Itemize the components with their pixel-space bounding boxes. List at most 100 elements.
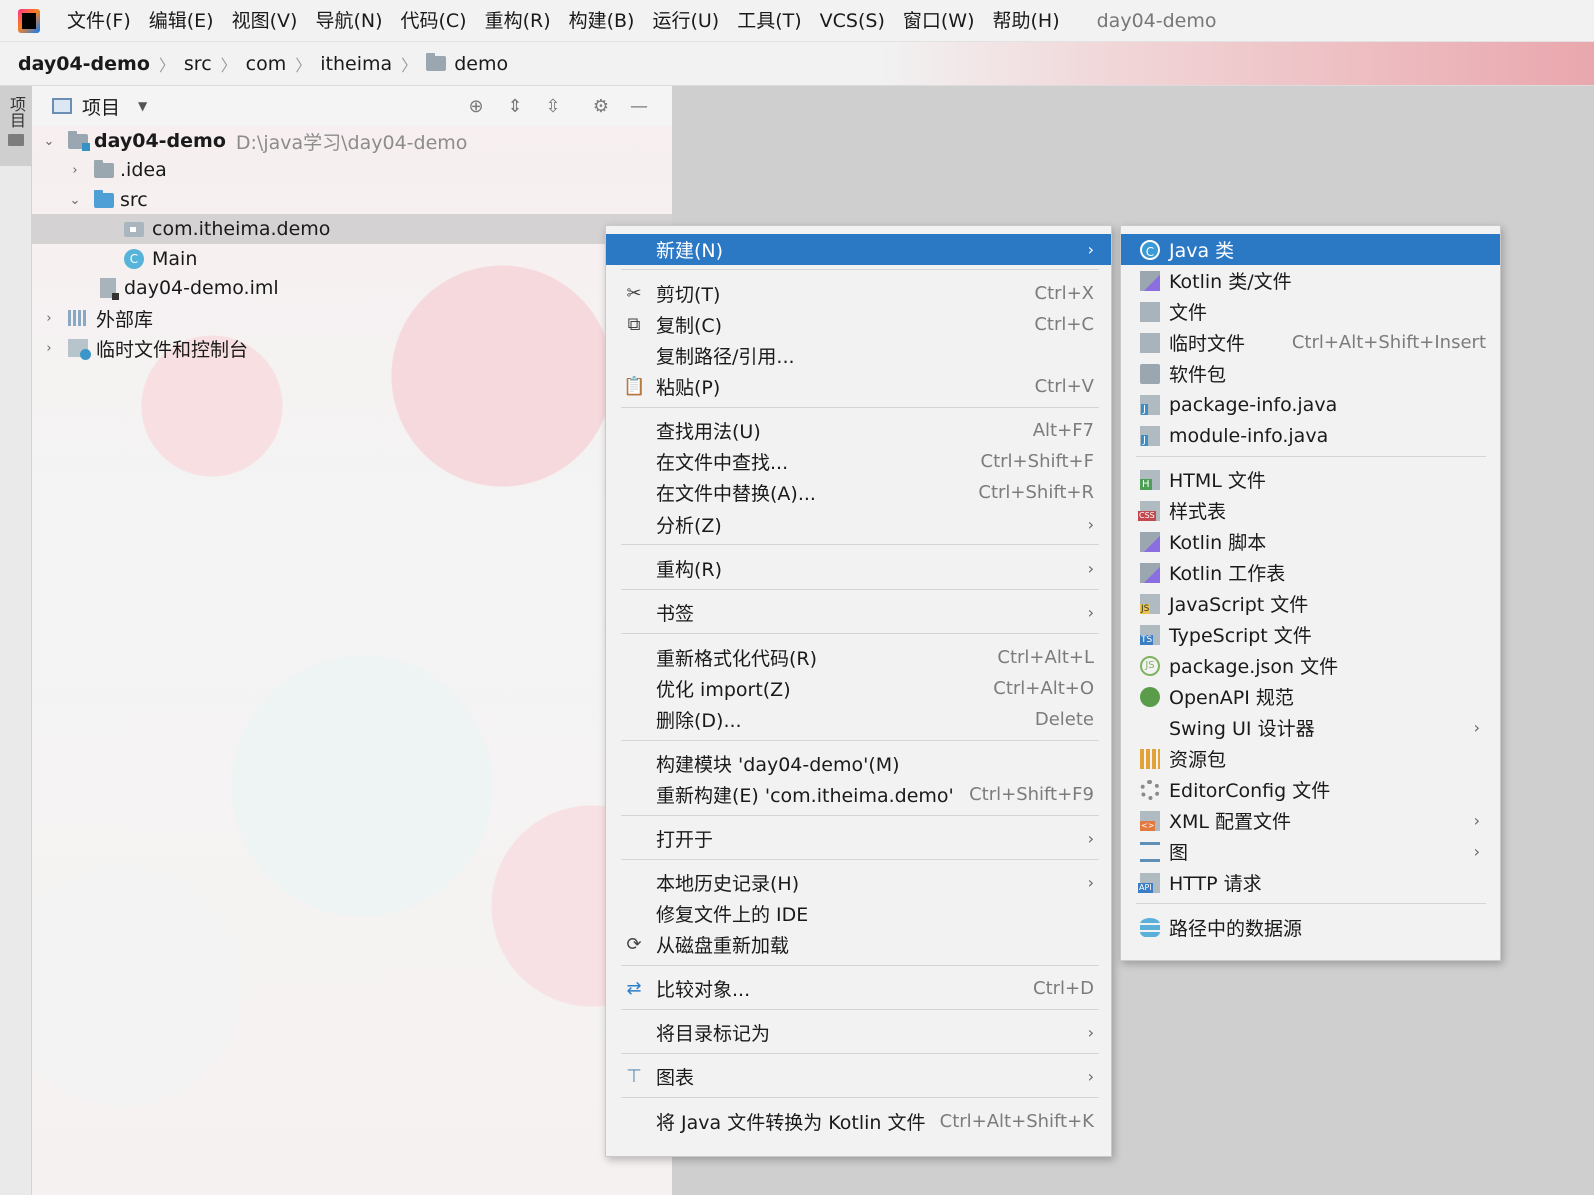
chevron-down-icon[interactable]: ▼ xyxy=(138,99,147,113)
menu-edit[interactable]: 编辑(E) xyxy=(140,0,223,42)
menu-item-build-module[interactable]: 构建模块 'day04-demo'(M) xyxy=(606,748,1111,779)
breadcrumb: day04-demo 〉 src 〉 com 〉 itheima 〉 demo xyxy=(0,42,1594,86)
menu-item-find-in-files[interactable]: 在文件中查找... Ctrl+Shift+F xyxy=(606,446,1111,477)
chevron-right-icon: › xyxy=(1473,842,1480,861)
submenu-item-kotlin-class[interactable]: Kotlin 类/文件 xyxy=(1121,265,1500,296)
intellij-logo-icon[interactable] xyxy=(18,8,40,33)
submenu-item-diagram[interactable]: 图 › xyxy=(1121,836,1500,867)
submenu-item-swing[interactable]: Swing UI 设计器 › xyxy=(1121,712,1500,743)
menu-item-refactor[interactable]: 重构(R) › xyxy=(606,553,1111,584)
chevron-right-icon[interactable]: › xyxy=(42,341,56,356)
tree-row-external-libs[interactable]: › 外部库 xyxy=(32,303,672,333)
tree-row-package[interactable]: com.itheima.demo xyxy=(32,214,672,244)
submenu-item-resource-bundle[interactable]: 资源包 xyxy=(1121,743,1500,774)
locate-target-icon[interactable]: ⊕ xyxy=(465,96,487,118)
expand-all-icon[interactable]: ⇕ xyxy=(504,96,526,118)
menu-item-delete-label: 删除(D)... xyxy=(656,710,742,732)
breadcrumb-com[interactable]: com xyxy=(246,53,287,75)
menu-item-replace-in-files[interactable]: 在文件中替换(A)... Ctrl+Shift+R xyxy=(606,477,1111,508)
submenu-item-javascript[interactable]: JavaScript 文件 xyxy=(1121,588,1500,619)
submenu-item-scratch[interactable]: 临时文件 Ctrl+Alt+Shift+Insert xyxy=(1121,327,1500,358)
submenu-label: 资源包 xyxy=(1169,749,1227,771)
menu-window[interactable]: 窗口(W) xyxy=(894,0,984,42)
shortcut-label: Ctrl+D xyxy=(1033,978,1094,999)
submenu-item-package-json[interactable]: JS package.json 文件 xyxy=(1121,650,1500,681)
chevron-right-icon: › xyxy=(1087,1023,1094,1042)
menu-item-copy-path[interactable]: 复制路径/引用... xyxy=(606,340,1111,371)
menu-item-convert-kotlin[interactable]: 将 Java 文件转换为 Kotlin 文件 Ctrl+Alt+Shift+K xyxy=(606,1106,1111,1137)
menu-item-reload-label: 从磁盘重新加载 xyxy=(656,935,790,957)
gear-icon[interactable]: ⚙ xyxy=(590,96,612,118)
tree-row-src[interactable]: ⌄ src xyxy=(32,185,672,215)
submenu-item-file[interactable]: 文件 xyxy=(1121,296,1500,327)
menu-item-reload-from-disk[interactable]: ⟳ 从磁盘重新加载 xyxy=(606,929,1111,960)
menu-view[interactable]: 视图(V) xyxy=(223,0,307,42)
menu-item-find-usages[interactable]: 查找用法(U) Alt+F7 xyxy=(606,415,1111,446)
submenu-item-http-request[interactable]: HTTP 请求 xyxy=(1121,867,1500,898)
submenu-item-data-source[interactable]: 路径中的数据源 xyxy=(1121,912,1500,943)
menu-help[interactable]: 帮助(H) xyxy=(984,0,1069,42)
menu-item-local-history[interactable]: 本地历史记录(H) › xyxy=(606,867,1111,898)
tree-row-project-root[interactable]: ⌄ day04-demo D:\java学习\day04-demo xyxy=(32,126,672,156)
submenu-item-package-info[interactable]: package-info.java xyxy=(1121,389,1500,420)
menu-refactor[interactable]: 重构(R) xyxy=(476,0,560,42)
menu-item-reformat[interactable]: 重新格式化代码(R) Ctrl+Alt+L xyxy=(606,642,1111,673)
menu-item-delete[interactable]: 删除(D)... Delete xyxy=(606,704,1111,735)
menu-vcs[interactable]: VCS(S) xyxy=(811,0,894,42)
breadcrumb-demo[interactable]: demo xyxy=(454,53,508,75)
menu-separator xyxy=(621,407,1099,408)
submenu-item-package[interactable]: 软件包 xyxy=(1121,358,1500,389)
submenu-item-xml-config[interactable]: XML 配置文件 › xyxy=(1121,805,1500,836)
submenu-item-html[interactable]: HTML 文件 xyxy=(1121,464,1500,495)
menu-item-mark-directory[interactable]: 将目录标记为 › xyxy=(606,1017,1111,1048)
chevron-right-icon: › xyxy=(1087,829,1094,848)
submenu-item-kotlin-worksheet[interactable]: Kotlin 工作表 xyxy=(1121,557,1500,588)
chevron-right-icon: › xyxy=(1087,559,1094,578)
submenu-item-typescript[interactable]: TypeScript 文件 xyxy=(1121,619,1500,650)
submenu-item-editorconfig[interactable]: EditorConfig 文件 xyxy=(1121,774,1500,805)
tree-row-iml[interactable]: day04-demo.iml xyxy=(32,273,672,303)
project-panel-title[interactable]: 项目 xyxy=(82,93,120,120)
menu-code[interactable]: 代码(C) xyxy=(391,0,475,42)
tool-window-stripe: 项目 xyxy=(0,86,32,1195)
menu-build[interactable]: 构建(B) xyxy=(560,0,644,42)
clipboard-icon: 📋 xyxy=(623,376,646,397)
breadcrumb-project[interactable]: day04-demo xyxy=(18,53,150,75)
submenu-item-stylesheet[interactable]: 样式表 xyxy=(1121,495,1500,526)
menu-run[interactable]: 运行(U) xyxy=(643,0,728,42)
chevron-right-icon[interactable]: › xyxy=(42,311,56,326)
chevron-down-icon[interactable]: ⌄ xyxy=(42,134,56,149)
menu-file[interactable]: 文件(F) xyxy=(58,0,140,42)
menu-navigate[interactable]: 导航(N) xyxy=(306,0,391,42)
project-tool-window-tab[interactable]: 项目 xyxy=(0,86,32,166)
breadcrumb-src[interactable]: src xyxy=(184,53,212,75)
breadcrumb-itheima[interactable]: itheima xyxy=(320,53,392,75)
submenu-item-kotlin-script[interactable]: Kotlin 脚本 xyxy=(1121,526,1500,557)
submenu-label: EditorConfig 文件 xyxy=(1169,780,1331,802)
menu-item-rebuild[interactable]: 重新构建(E) 'com.itheima.demo' Ctrl+Shift+F9 xyxy=(606,779,1111,810)
tree-row-scratches[interactable]: › 临时文件和控制台 xyxy=(32,333,672,363)
menu-item-new[interactable]: 新建(N) › xyxy=(606,234,1111,265)
menu-item-copy[interactable]: ⧉ 复制(C) Ctrl+C xyxy=(606,309,1111,340)
menu-item-cut[interactable]: ✂ 剪切(T) Ctrl+X xyxy=(606,278,1111,309)
minimize-icon[interactable]: — xyxy=(628,96,650,118)
tree-row-main[interactable]: C Main xyxy=(32,244,672,274)
menu-item-compare-with[interactable]: ⇄ 比较对象... Ctrl+D xyxy=(606,973,1111,1004)
shortcut-label: Ctrl+C xyxy=(1034,314,1094,335)
menu-item-optimize-imports[interactable]: 优化 import(Z) Ctrl+Alt+O xyxy=(606,673,1111,704)
menu-item-repair-ide[interactable]: 修复文件上的 IDE xyxy=(606,898,1111,929)
menu-item-diagrams[interactable]: ⊤ 图表 › xyxy=(606,1061,1111,1092)
submenu-item-module-info[interactable]: module-info.java xyxy=(1121,420,1500,451)
menu-item-bookmarks[interactable]: 书签 › xyxy=(606,597,1111,628)
menu-item-analyze[interactable]: 分析(Z) › xyxy=(606,509,1111,540)
tree-row-idea[interactable]: › .idea xyxy=(32,155,672,185)
menu-item-open-in[interactable]: 打开于 › xyxy=(606,823,1111,854)
submenu-item-openapi[interactable]: OpenAPI 规范 xyxy=(1121,681,1500,712)
chevron-down-icon[interactable]: ⌄ xyxy=(68,193,82,208)
chevron-right-icon[interactable]: › xyxy=(68,163,82,178)
tree-label-main: Main xyxy=(152,248,198,270)
menu-item-paste[interactable]: 📋 粘贴(P) Ctrl+V xyxy=(606,371,1111,402)
submenu-item-java-class[interactable]: C Java 类 xyxy=(1121,234,1500,265)
menu-tools[interactable]: 工具(T) xyxy=(728,0,810,42)
collapse-all-icon[interactable]: ⇳ xyxy=(542,96,564,118)
